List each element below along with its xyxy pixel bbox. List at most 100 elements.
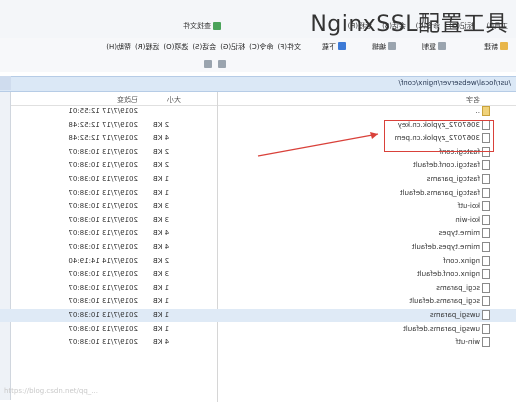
file-name: mime.types	[438, 229, 480, 238]
file-modified: 2019/7/17 12:55:01	[68, 107, 138, 115]
file-row[interactable]: koi-win 3 KB 2019/7/13 10:38:07	[0, 214, 516, 227]
file-modified: 2019/7/13 10:38:07	[68, 297, 138, 306]
file-size: 2 KB	[153, 147, 170, 156]
mirrored-app-window: 工具(I) 标记(G) 命令(C) 会话(S) 远程(R) 查找文件 新建 复制…	[0, 0, 516, 402]
file-row[interactable]: mime.types 4 KB 2019/7/13 10:38:07	[0, 227, 516, 240]
file-modified: 2019/7/13 10:38:07	[68, 270, 138, 279]
file-row[interactable]: uwsgi_params.default 1 KB 2019/7/13 10:38:…	[0, 323, 516, 336]
file-modified: 2019/7/13 10:38:07	[68, 243, 138, 251]
file-size: 1 KB	[153, 324, 170, 333]
overlay-title: NginxSSL配置工具	[310, 12, 508, 37]
file-icon	[482, 174, 490, 184]
file-size: 4 KB	[153, 134, 170, 143]
folder-icon	[500, 42, 508, 50]
file-name: scgi_params.default	[409, 297, 480, 306]
menu-command[interactable]: 命令(C)	[249, 42, 273, 52]
file-icon	[482, 214, 490, 225]
file-size: 1 KB	[153, 297, 170, 306]
file-modified: 2019/7/13 10:38:07	[68, 161, 138, 170]
file-size: 2 KB	[153, 120, 170, 129]
file-modified: 2019/7/13 10:38:07	[68, 175, 138, 183]
menu-session[interactable]: 会话(S)	[192, 42, 216, 52]
col-size[interactable]: 大小	[167, 95, 181, 105]
menu-file[interactable]: 文件(F)	[278, 42, 302, 52]
file-row[interactable]: uwsgi_params 1 KB 2019/7/13 10:38:07	[0, 309, 516, 322]
file-name: mime.types.default	[411, 243, 480, 251]
file-modified: 2019/7/13 10:38:07	[68, 311, 138, 319]
new-button[interactable]: 新建	[484, 42, 508, 52]
file-modified: 2019/7/13 10:38:07	[68, 215, 138, 224]
panel-header-strip	[0, 76, 11, 90]
file-modified: 2019/7/13 10:38:07	[68, 188, 138, 197]
file-modified: 2019/7/13 10:38:07	[68, 283, 138, 292]
copy-icon	[438, 42, 446, 50]
menu-mark[interactable]: 标记(G)	[220, 42, 245, 52]
find-files-button[interactable]: 查找文件	[183, 20, 221, 31]
file-size: 1 KB	[153, 188, 170, 197]
file-row[interactable]: scgi_params.default 1 KB 2019/7/13 10:38:0…	[0, 295, 516, 308]
file-row[interactable]: mime.types.default 4 KB 2019/7/13 10:38:07	[0, 241, 516, 254]
file-modified: 2019/7/13 10:38:07	[68, 229, 138, 238]
folder-up-icon	[482, 106, 490, 116]
file-size: 1 KB	[153, 175, 170, 183]
file-row[interactable]: win-utf 4 KB 2019/7/13 10:38:07	[0, 336, 516, 349]
file-icon	[482, 282, 490, 293]
file-size: 4 KB	[153, 338, 170, 347]
file-size: 4 KB	[153, 243, 170, 251]
file-row[interactable]: nginx.conf 2 KB 2019/7/14 14:19:40	[0, 255, 516, 268]
file-modified: 2019/7/13 10:38:07	[68, 147, 138, 156]
file-row[interactable]: scgi_params 1 KB 2019/7/13 10:38:07	[0, 282, 516, 295]
file-modified: 2019/7/13 10:38:07	[68, 338, 138, 347]
menu-remote[interactable]: 远程(R)	[135, 42, 159, 52]
copy-button[interactable]: 复制	[422, 42, 446, 52]
search-icon	[213, 21, 221, 30]
file-name: fastcgi_params.default	[399, 188, 480, 197]
file-name: koi-utf	[457, 202, 480, 211]
main-toolbar: 新建 复制 编辑 下载 文件(F) 命令(C) 标记(G) 会话(S) 选项(O…	[0, 38, 516, 59]
file-name: uwsgi_params	[429, 311, 480, 319]
menu-help[interactable]: 帮助(H)	[106, 42, 131, 52]
watermark-text: https://blog.csdn.net/qq_...	[4, 387, 98, 395]
file-name: koi-win	[455, 215, 480, 224]
file-modified: 2019/7/17 12:52:48	[68, 134, 138, 143]
file-modified: 2019/7/17 12:52:48	[68, 120, 138, 129]
file-size: 1 KB	[153, 283, 170, 292]
file-icon	[482, 228, 490, 239]
plus-icon[interactable]	[204, 60, 212, 68]
menu-options[interactable]: 选项(O)	[163, 42, 188, 52]
file-name: win-utf	[455, 338, 480, 347]
file-modified: 2019/7/13 10:38:07	[68, 202, 138, 211]
file-row[interactable]: fastcgi.conf.default 2 KB 2019/7/13 10:38:…	[0, 159, 516, 172]
file-icon	[482, 269, 490, 280]
file-row[interactable]: fastcgi_params.default 1 KB 2019/7/13 10:3…	[0, 187, 516, 200]
file-size: 1 KB	[153, 311, 170, 319]
file-name: fastcgi_params	[426, 175, 480, 183]
col-name[interactable]: 名字	[466, 95, 480, 105]
file-row[interactable]: koi-utf 3 KB 2019/7/13 10:38:07	[0, 200, 516, 213]
file-name: ..	[475, 107, 480, 115]
path-text: /usr/local/webserver/nginx/conf/	[398, 79, 512, 87]
file-icon	[482, 201, 490, 212]
file-size: 3 KB	[153, 202, 170, 211]
file-size: 2 KB	[153, 161, 170, 170]
file-name: scgi_params	[436, 283, 480, 292]
file-size: 3 KB	[153, 215, 170, 224]
file-icon	[482, 323, 490, 334]
col-modified[interactable]: 已改变	[117, 95, 138, 105]
file-icon	[482, 296, 490, 307]
file-row[interactable]: .. 2019/7/17 12:55:01	[0, 105, 516, 118]
sub-toolbar	[0, 58, 516, 72]
edit-button[interactable]: 编辑	[372, 42, 396, 52]
file-size: 3 KB	[153, 270, 170, 279]
file-name: uwsgi_params.default	[403, 324, 480, 333]
filter-icon[interactable]	[218, 60, 226, 68]
file-modified: 2019/7/13 10:38:07	[68, 324, 138, 333]
file-modified: 2019/7/14 14:19:40	[68, 256, 138, 265]
download-button[interactable]: 下载	[322, 42, 346, 52]
file-icon	[482, 160, 490, 171]
file-name: nginx.conf.default	[416, 270, 480, 279]
file-row[interactable]: nginx.conf.default 3 KB 2019/7/13 10:38:07	[0, 268, 516, 281]
file-icon	[482, 310, 490, 320]
file-icon	[482, 337, 490, 348]
file-row[interactable]: fastcgi_params 1 KB 2019/7/13 10:38:07	[0, 173, 516, 186]
